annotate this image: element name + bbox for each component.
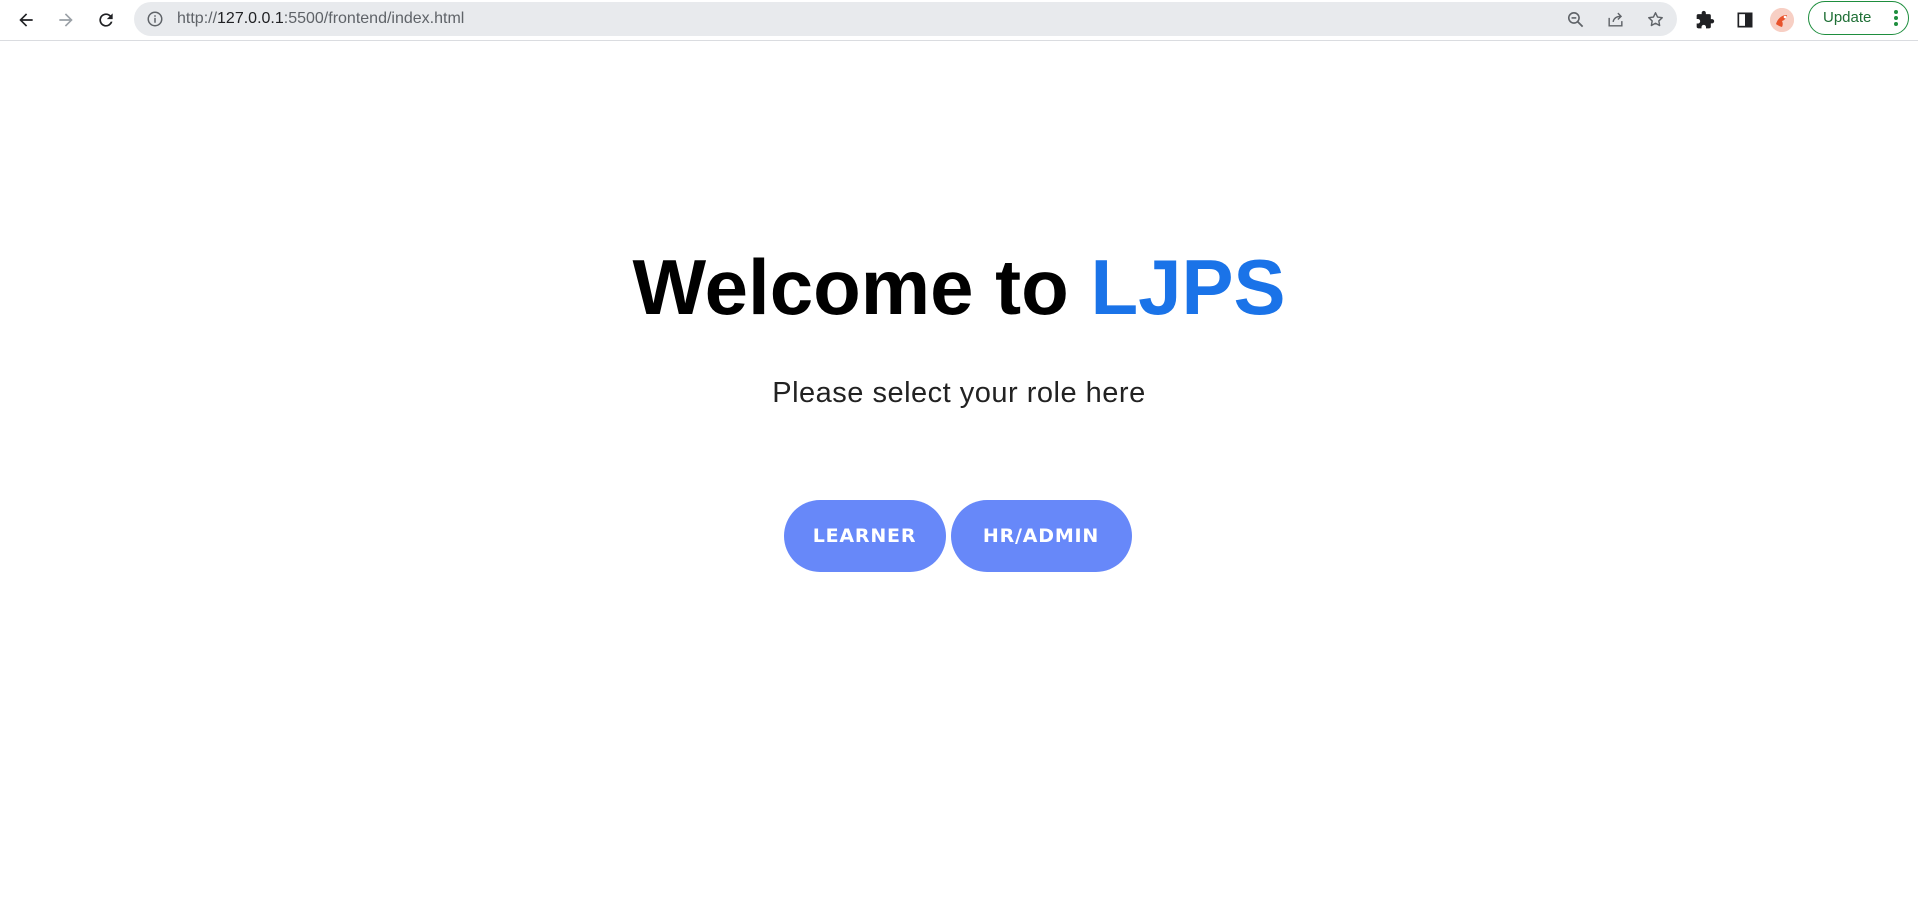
extensions-button[interactable]	[1689, 4, 1721, 36]
hr-admin-button[interactable]: HR/ADMIN	[950, 500, 1132, 572]
back-icon	[19, 13, 33, 27]
side-panel-button[interactable]	[1729, 4, 1761, 36]
profile-icon	[1770, 8, 1794, 32]
url-text[interactable]: http://127.0.0.1:5500/frontend/index.htm…	[177, 2, 464, 36]
learner-button[interactable]: LEARNER	[783, 500, 946, 572]
back-button[interactable]	[10, 4, 42, 36]
info-icon[interactable]	[146, 10, 164, 28]
zoom-button[interactable]	[1563, 7, 1587, 31]
more-icon	[1894, 10, 1898, 26]
brand-name: LJPS	[1090, 243, 1286, 331]
side-panel-icon	[1737, 12, 1753, 28]
title-prefix: Welcome to	[632, 243, 1091, 331]
url-prefix: http://	[177, 10, 218, 27]
share-button[interactable]	[1603, 7, 1627, 31]
page-title: Welcome to LJPS	[0, 242, 1918, 332]
star-icon	[1647, 11, 1663, 26]
reload-icon	[99, 13, 113, 27]
page-content: Welcome to LJPS Please select your role …	[0, 42, 1918, 906]
share-icon	[1607, 12, 1623, 27]
update-label: Update	[1823, 9, 1872, 26]
forward-icon	[59, 13, 73, 27]
address-bar[interactable]: http://127.0.0.1:5500/frontend/index.htm…	[134, 2, 1677, 36]
role-buttons: LEARNER HR/ADMIN	[0, 500, 1918, 572]
profile-avatar[interactable]	[1770, 8, 1794, 32]
url-host: 127.0.0.1	[217, 10, 284, 27]
bookmark-button[interactable]	[1643, 7, 1667, 31]
forward-button[interactable]	[50, 4, 82, 36]
browser-toolbar: http://127.0.0.1:5500/frontend/index.htm…	[0, 0, 1918, 41]
reload-button[interactable]	[90, 4, 122, 36]
role-prompt: Please select your role here	[772, 377, 1146, 409]
update-button[interactable]: Update	[1808, 1, 1909, 35]
url-path: :5500/frontend/index.html	[283, 10, 465, 27]
extensions-icon	[1696, 10, 1715, 29]
zoom-out-icon	[1567, 11, 1583, 27]
